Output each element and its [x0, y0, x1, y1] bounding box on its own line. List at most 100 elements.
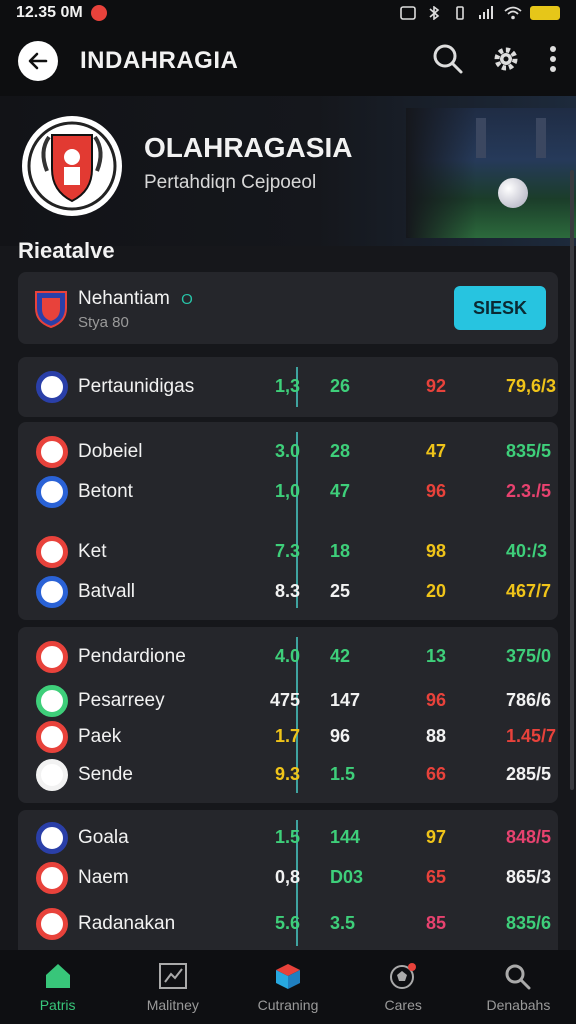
section-title: Rieatalve: [18, 238, 115, 263]
stat-value: 92: [426, 376, 447, 396]
stat-value: 285/5: [506, 764, 552, 784]
stat-value: 20: [426, 581, 447, 601]
nav-label: Cares: [384, 997, 422, 1013]
nfc-icon: [400, 6, 416, 20]
stat-value: 8.3: [274, 581, 300, 601]
table-row[interactable]: Naem 0,8 D03 65 865/3: [18, 860, 558, 896]
team-name: Radanakan: [78, 913, 176, 934]
stat-value: 28: [330, 441, 351, 461]
nav-item-denabahs[interactable]: Denabahs: [461, 950, 576, 1024]
stat-value: 47: [426, 441, 447, 461]
featured-subtitle: Stya 80: [78, 314, 129, 331]
featured-name: Nehantiam O: [78, 288, 193, 309]
stat-value: 79,6/3: [506, 376, 557, 396]
stat-value: 1.5: [274, 827, 300, 847]
table-row[interactable]: Pertaunidigas 1,3 26 92 79,6/3: [18, 369, 558, 405]
nav-item-patris[interactable]: Patris: [0, 950, 115, 1024]
table-row[interactable]: Pendardione 4.0 42 13 375/0: [18, 639, 558, 675]
status-bar: 12.35 0M: [0, 0, 576, 26]
club-name: OLAHRAGASIA: [144, 132, 353, 163]
stat-value: 375/0: [506, 646, 552, 666]
bluetooth-icon: [426, 5, 442, 21]
table-row[interactable]: Sende 9.3 1.5 66 285/5: [18, 757, 558, 793]
nav-item-cutraning[interactable]: Cutraning: [230, 950, 345, 1024]
more-button[interactable]: [548, 43, 558, 80]
featured-card[interactable]: Nehantiam O Stya 80 SIESK: [18, 272, 558, 344]
app-bar: INDAHRAGIA: [0, 26, 576, 96]
stat-value: 475: [269, 690, 300, 710]
stat-value: 467/7: [506, 581, 552, 601]
table-row[interactable]: Dobeiel 3.0 28 47 835/5: [18, 434, 558, 470]
club-logo: [22, 116, 122, 216]
table-row[interactable]: Goala 1.5 144 97 848/5: [18, 820, 558, 856]
stat-value: 96: [426, 481, 447, 501]
nav-label: Malitney: [146, 997, 199, 1013]
team-logo-icon: [36, 685, 68, 717]
stat-value: 18: [330, 541, 351, 561]
team-logo-icon: [36, 536, 68, 568]
stat-value: 47: [330, 481, 351, 501]
stat-value: 85: [426, 913, 447, 933]
nav-label: Patris: [39, 997, 76, 1013]
battery-icon: [530, 6, 560, 20]
stat-value: 13: [426, 646, 447, 666]
chart-icon: [158, 961, 188, 991]
stat-value: 1.45/7: [506, 726, 557, 746]
team-name: Batvall: [78, 581, 136, 602]
stat-value: 97: [426, 827, 447, 847]
ball-icon: [388, 961, 418, 991]
table-row[interactable]: Paek 1.7 96 88 1.45/7: [18, 719, 558, 755]
stat-value: 88: [426, 726, 447, 746]
search-button[interactable]: [432, 43, 464, 80]
stat-value: 3.0: [274, 441, 300, 461]
stat-value: 65: [426, 867, 447, 887]
scrollbar[interactable]: [570, 170, 574, 790]
team-group: Pendardione 4.0 42 13 375/0 Pesarreey 475 147 96…: [18, 627, 558, 803]
stat-value: D03: [330, 867, 364, 887]
team-name: Dobeiel: [78, 441, 143, 462]
stat-value: 98: [426, 541, 447, 561]
wifi-icon: [504, 6, 522, 20]
team-group: Dobeiel 3.0 28 47 835/5 Betont 1,0 47 96 2.3./5 Ke…: [18, 422, 558, 620]
team-name: Pesarreey: [78, 690, 165, 711]
stat-value: 26: [330, 376, 351, 396]
team-logo-icon: [36, 862, 68, 894]
stat-value: 9.3: [274, 764, 300, 784]
team-group: Goala 1.5 144 97 848/5 Naem 0,8 D03 65 865/3 Radan…: [18, 810, 558, 958]
nav-label: Denabahs: [486, 997, 551, 1013]
team-name: Naem: [78, 867, 129, 888]
stat-value: 1.5: [330, 764, 356, 784]
team-logo-icon: [36, 576, 68, 608]
app-title: INDAHRAGIA: [80, 47, 239, 74]
settings-button[interactable]: [490, 43, 522, 80]
club-subtitle: Pertahdiqn Cejpoeol: [144, 172, 317, 193]
team-name: Paek: [78, 726, 122, 747]
stat-value: 0,8: [274, 867, 300, 887]
nav-label: Cutraning: [257, 997, 319, 1013]
stat-value: 42: [330, 646, 351, 666]
nav-item-malitney[interactable]: Malitney: [115, 950, 230, 1024]
team-name: Pertaunidigas: [78, 376, 195, 397]
table-row[interactable]: Pesarreey 475 147 96 786/6: [18, 683, 558, 719]
stat-value: 835/5: [506, 441, 552, 461]
stat-value: 3.5: [330, 913, 356, 933]
table-row[interactable]: Batvall 8.3 25 20 467/7: [18, 574, 558, 610]
featured-indicator: O: [181, 291, 193, 308]
stat-value: 1,0: [274, 481, 300, 501]
back-button[interactable]: [18, 41, 58, 81]
search-icon: [503, 961, 533, 991]
vibrate-icon: [452, 6, 468, 20]
team-logo-icon: [36, 436, 68, 468]
table-row[interactable]: Ket 7.3 18 98 40:/3: [18, 534, 558, 570]
stat-value: 7.3: [274, 541, 300, 561]
table-row[interactable]: Radanakan 5.6 3.5 85 835/6: [18, 906, 558, 942]
stat-value: 1.7: [274, 726, 300, 746]
nav-item-cares[interactable]: Cares: [346, 950, 461, 1024]
box-icon: [273, 961, 303, 991]
featured-action-button[interactable]: SIESK: [454, 286, 546, 330]
stat-value: 144: [330, 827, 361, 847]
stat-value: 865/3: [506, 867, 552, 887]
table-row[interactable]: Betont 1,0 47 96 2.3./5: [18, 474, 558, 510]
stat-value: 848/5: [506, 827, 552, 847]
arrow-left-icon: [28, 52, 48, 70]
